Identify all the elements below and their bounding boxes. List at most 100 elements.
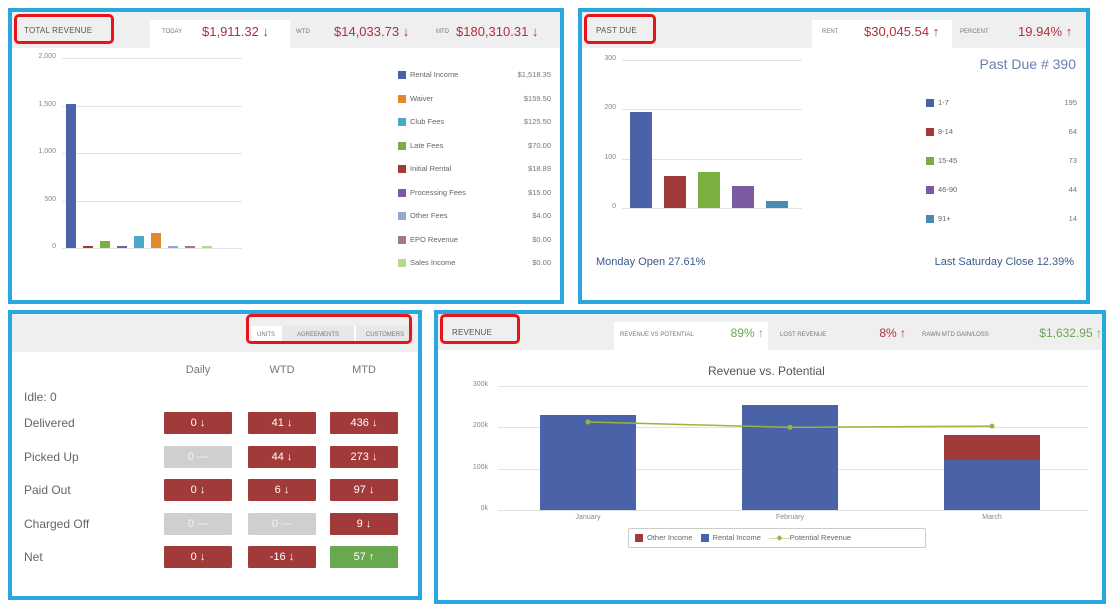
bar xyxy=(117,246,127,248)
rent-value: $30,045.54 xyxy=(864,24,939,39)
metric-cell[interactable]: 57 ↑ xyxy=(330,546,398,568)
legend-label: EPO Revenue xyxy=(410,234,458,244)
y-tick: 300 xyxy=(604,55,616,62)
gridline xyxy=(622,60,802,61)
rent-label: Rent xyxy=(822,29,839,35)
bar xyxy=(698,171,720,208)
row-label: Paid Out xyxy=(24,483,71,497)
legend-item: Waiver xyxy=(398,94,433,103)
metric-cell[interactable]: 0 — xyxy=(164,512,232,535)
legend-value: $4.00 xyxy=(532,211,551,220)
legend-value: $18.89 xyxy=(528,164,551,173)
metric-cell[interactable]: 9 ↓ xyxy=(330,512,398,535)
metric-cell[interactable]: 44 ↓ xyxy=(248,445,316,468)
legend-swatch xyxy=(926,186,934,195)
column-header: WTD xyxy=(269,364,295,376)
legend-label: Other Fees xyxy=(410,211,448,220)
percent-value: 19.94% xyxy=(1018,24,1072,39)
y-tick: 100 xyxy=(604,153,616,161)
legend-label: Initial Rental xyxy=(410,164,452,173)
legend-value: $15.00 xyxy=(528,187,551,197)
bar xyxy=(630,111,652,208)
metric-cell[interactable]: 0 — xyxy=(248,512,316,535)
legend-item: Club Fees xyxy=(398,117,445,127)
column-header: MTD xyxy=(352,364,376,376)
wtd-value: $14,033.73 xyxy=(334,24,409,39)
legend-value: $70.00 xyxy=(528,140,551,150)
legend-item: Sales Income xyxy=(398,258,455,268)
bar xyxy=(100,241,110,248)
metric-cell[interactable]: 436 ↓ xyxy=(330,412,398,434)
bar xyxy=(202,246,212,248)
legend-swatch-other xyxy=(635,534,643,543)
legend-other-income: Other Income xyxy=(647,533,693,542)
row-label: Charged Off xyxy=(24,516,90,531)
legend-swatch xyxy=(398,259,406,268)
legend-label: Club Fees xyxy=(410,117,445,126)
metric-cell[interactable]: 0 ↓ xyxy=(164,546,232,568)
percent-label: Percent xyxy=(960,29,989,35)
metric-cell[interactable]: -16 ↓ xyxy=(248,546,316,568)
potential-revenue-line xyxy=(585,419,995,430)
legend-swatch xyxy=(398,118,406,127)
monday-open: Monday Open 27.61% xyxy=(596,256,706,268)
legend-value: $0.00 xyxy=(532,258,551,267)
legend-value: $0.00 xyxy=(532,234,551,244)
legend-value: $1,518.35 xyxy=(517,70,551,79)
highlight-revenue xyxy=(440,314,520,344)
mtd-value: $180,310.31 xyxy=(456,24,538,39)
legend-label: Processing Fees xyxy=(410,187,466,197)
bar xyxy=(151,232,161,248)
legend-label: Rental Income xyxy=(410,70,459,79)
y-tick: 0 xyxy=(52,243,56,250)
metric-cell[interactable]: 41 ↓ xyxy=(248,412,316,434)
legend-label: Waiver xyxy=(410,93,434,103)
legend-item: Processing Fees xyxy=(398,188,466,197)
legend-item: Rental Income xyxy=(398,70,459,80)
legend-item: 15-45 xyxy=(926,156,958,166)
mtd-label: MTD xyxy=(436,29,449,35)
legend-item: EPO Revenue xyxy=(398,235,458,244)
potential-revenue-point xyxy=(989,423,995,429)
gridline xyxy=(62,248,242,249)
row-label: Picked Up xyxy=(24,449,79,464)
row-label: Net xyxy=(24,550,43,564)
metric-cell[interactable]: 0 ↓ xyxy=(164,479,232,501)
revenue-panel: Revenue Revenue vs Potential89%Lost Reve… xyxy=(434,310,1106,604)
gridline xyxy=(62,58,242,59)
legend-label: 15-45 xyxy=(938,156,958,165)
metric-cell[interactable]: 0 ↓ xyxy=(164,412,232,434)
bar xyxy=(185,246,195,248)
today-value: $1,911.32 xyxy=(202,24,269,39)
legend-item: Other Fees xyxy=(398,211,448,221)
legend-item: 8-14 xyxy=(926,127,953,137)
y-tick: 1,500 xyxy=(38,100,56,108)
metric-cell[interactable]: 273 ↓ xyxy=(330,445,398,468)
total-revenue-panel: Total Revenue Today $1,911.32 WTD $14,03… xyxy=(8,8,564,304)
gridline xyxy=(62,200,242,202)
legend-item: 46-90 xyxy=(926,185,958,195)
legend-value: 73 xyxy=(1068,156,1077,165)
y-tick: 1,000 xyxy=(38,148,56,155)
legend-swatch xyxy=(926,99,934,108)
wtd-label: WTD xyxy=(296,29,310,35)
metric-cell[interactable]: 0 — xyxy=(164,445,232,468)
revenue-legend: Other Income Rental Income —◆—Potential … xyxy=(628,528,926,548)
highlight-total-revenue xyxy=(14,14,114,44)
legend-value: 14 xyxy=(1068,214,1077,223)
last-saturday-close: Last Saturday Close 12.39% xyxy=(934,256,1074,268)
y-tick: 200 xyxy=(604,104,616,112)
metric-cell[interactable]: 97 ↓ xyxy=(330,479,398,501)
legend-value: 64 xyxy=(1068,127,1077,136)
legend-swatch-potential: —◆— xyxy=(768,533,790,542)
legend-label: 46-90 xyxy=(938,185,958,194)
gridline xyxy=(622,109,802,111)
y-tick: 0 xyxy=(612,203,616,210)
legend-swatch xyxy=(926,157,934,166)
gridline xyxy=(62,105,242,107)
units-panel: Units Agreements Customers Daily WTD MTD Idle… xyxy=(8,310,422,600)
metric-cell[interactable]: 6 ↓ xyxy=(248,479,316,501)
bar xyxy=(732,186,754,208)
legend-value: 44 xyxy=(1068,185,1077,194)
y-tick: 500 xyxy=(44,195,56,203)
